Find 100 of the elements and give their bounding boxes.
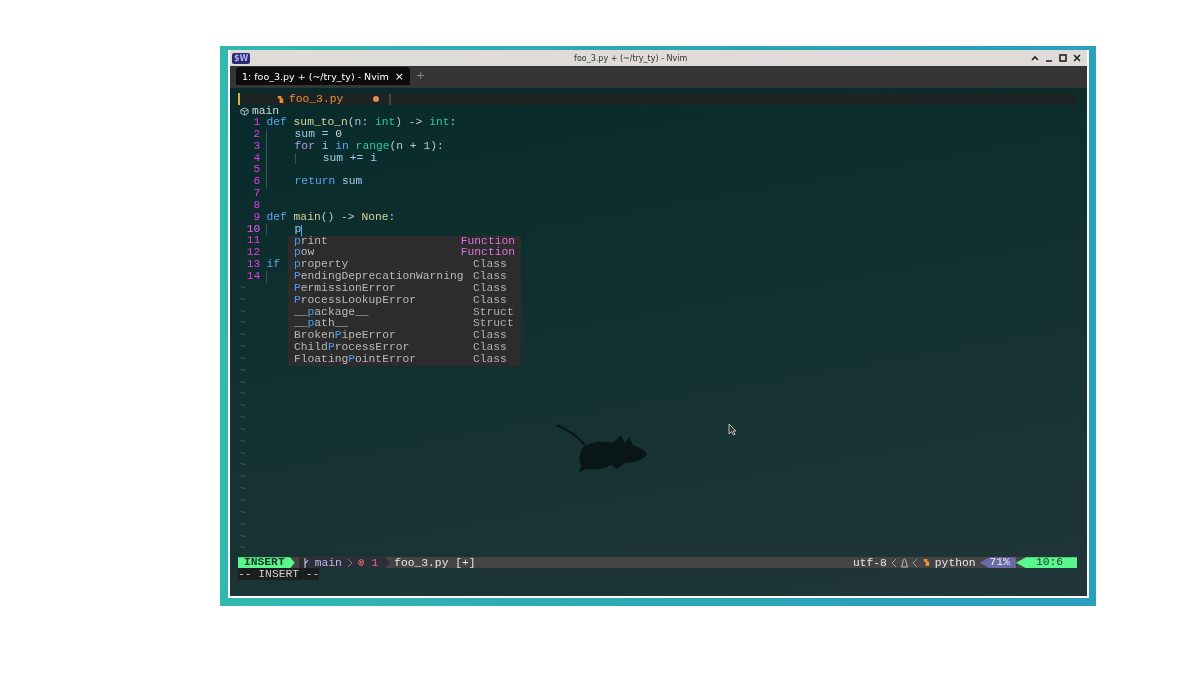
line-number: 7	[252, 188, 262, 200]
empty-line-marker: ~	[238, 389, 247, 402]
empty-line-marker: ~	[238, 519, 247, 532]
completion-item[interactable]: __package__	[294, 306, 473, 319]
completion-item[interactable]: PermissionError	[294, 282, 473, 295]
chevron-icon	[890, 557, 897, 568]
code-token: if	[266, 259, 280, 271]
code-token: for	[294, 140, 315, 153]
code-token: int	[374, 117, 396, 129]
empty-line-marker: ~	[238, 460, 247, 473]
line-number: 10	[245, 223, 262, 236]
empty-line-marker: ~	[238, 531, 247, 544]
empty-line-marker: ~	[238, 496, 247, 508]
empty-line-marker: ~	[238, 294, 247, 307]
code-token: :	[388, 211, 396, 224]
file-type: python	[934, 556, 976, 569]
close-icon[interactable]	[1073, 54, 1081, 62]
code-token: :	[449, 117, 457, 129]
breadcrumb: main	[252, 105, 280, 117]
empty-line-marker: ~	[238, 353, 247, 366]
code-token: :	[361, 117, 370, 129]
code-token: p	[294, 223, 302, 236]
code-token: return	[294, 176, 336, 189]
mode-indicator: INSERT	[238, 557, 295, 569]
completion-kind: Struct	[473, 318, 514, 330]
empty-line-marker: ~	[238, 507, 247, 520]
completion-kind: Function	[460, 247, 515, 259]
empty-line-marker: ~	[238, 484, 247, 496]
empty-line-marker: ~	[238, 365, 247, 378]
error-count: ⊗ 1	[357, 556, 379, 570]
empty-line-marker: ~	[238, 413, 247, 425]
completion-item[interactable]: FloatingPointError	[294, 353, 473, 366]
line-number: 11	[245, 235, 262, 248]
app-badge: $W	[232, 52, 251, 64]
empty-line-marker: ~	[238, 282, 247, 295]
line-number: 14	[245, 270, 262, 283]
line-number: 3	[252, 140, 262, 153]
buffer-name: foo_3.py	[289, 93, 344, 105]
cube-icon	[240, 106, 249, 116]
file-encoding: utf-8	[852, 556, 887, 569]
terminal-tab[interactable]: 1: foo_3.py + (~/try_ty) - Nvim ×	[236, 67, 410, 85]
completion-kind: Class	[473, 330, 507, 342]
empty-line-marker: ~	[238, 424, 247, 437]
git-branch-icon	[302, 557, 310, 568]
line-number: 1	[252, 117, 262, 129]
completion-item[interactable]: print	[294, 235, 461, 248]
empty-line-marker: ~	[238, 330, 247, 343]
line-number: 2	[252, 128, 262, 141]
pointer-icon	[728, 423, 737, 436]
code-token: None	[361, 211, 389, 224]
completion-item[interactable]: __path__	[294, 318, 473, 331]
chevron-icon	[346, 557, 353, 568]
git-branch: main	[314, 556, 342, 569]
completion-kind: Class	[473, 294, 507, 307]
empty-line-marker: ~	[238, 377, 247, 390]
code-token: ) ->	[395, 117, 424, 129]
completion-item[interactable]: ProcessLookupError	[294, 294, 473, 307]
code-token: int	[429, 117, 450, 129]
code-token: 0	[335, 128, 343, 141]
completion-kind: Struct	[473, 306, 514, 319]
new-tab-button[interactable]: +	[415, 69, 426, 82]
empty-line-marker: ~	[238, 472, 247, 485]
code-token: (	[347, 117, 355, 129]
completion-item[interactable]: ChildProcessError	[294, 342, 473, 354]
file-name: foo_3.py [+]	[394, 556, 476, 569]
tab-label: 1: foo_3.py + (~/try_ty) - Nvim	[242, 70, 389, 82]
line-number: 5	[252, 164, 262, 177]
code-token: in	[335, 140, 349, 153]
line-number: 12	[245, 247, 262, 260]
code-token: range	[354, 140, 390, 153]
empty-line-marker: ~	[238, 318, 247, 331]
empty-line-marker: ~	[238, 543, 247, 556]
completion-kind: Function	[460, 235, 515, 247]
completion-kind: Class	[473, 259, 507, 271]
code-token: sum	[341, 176, 363, 189]
line-number: 8	[252, 199, 262, 212]
line-number: 4	[252, 152, 262, 165]
tab-close-button[interactable]: ×	[394, 69, 404, 83]
line-number: 13	[245, 259, 262, 271]
code-token: def	[266, 117, 287, 129]
completion-item[interactable]: property	[294, 259, 473, 272]
empty-line-marker: ~	[238, 448, 247, 461]
completion-item[interactable]: pow	[294, 247, 461, 260]
cursor-position: 10:6	[1015, 557, 1077, 569]
maximize-icon[interactable]	[1059, 54, 1067, 62]
chevron-icon	[911, 557, 918, 568]
code-token: sum =	[294, 128, 330, 141]
code-token: n	[354, 117, 362, 129]
empty-line-marker: ~	[238, 342, 247, 354]
code-token: sum += i	[322, 152, 377, 165]
code-token: () ->	[320, 211, 356, 224]
completion-item[interactable]: PendingDeprecationWarning	[294, 271, 473, 283]
window-title: foo_3.py + (~/try_ty) - Nvim	[573, 53, 689, 63]
line-number: 9	[252, 211, 262, 224]
code-token: sum_to_n	[292, 117, 348, 129]
buffer-tab[interactable]: foo_3.py	[238, 93, 392, 105]
completion-kind: Class	[473, 282, 507, 295]
completion-item[interactable]: BrokenPipeError	[294, 330, 473, 343]
code-token: (n + 1):	[389, 140, 444, 153]
empty-line-marker: ~	[238, 401, 247, 414]
